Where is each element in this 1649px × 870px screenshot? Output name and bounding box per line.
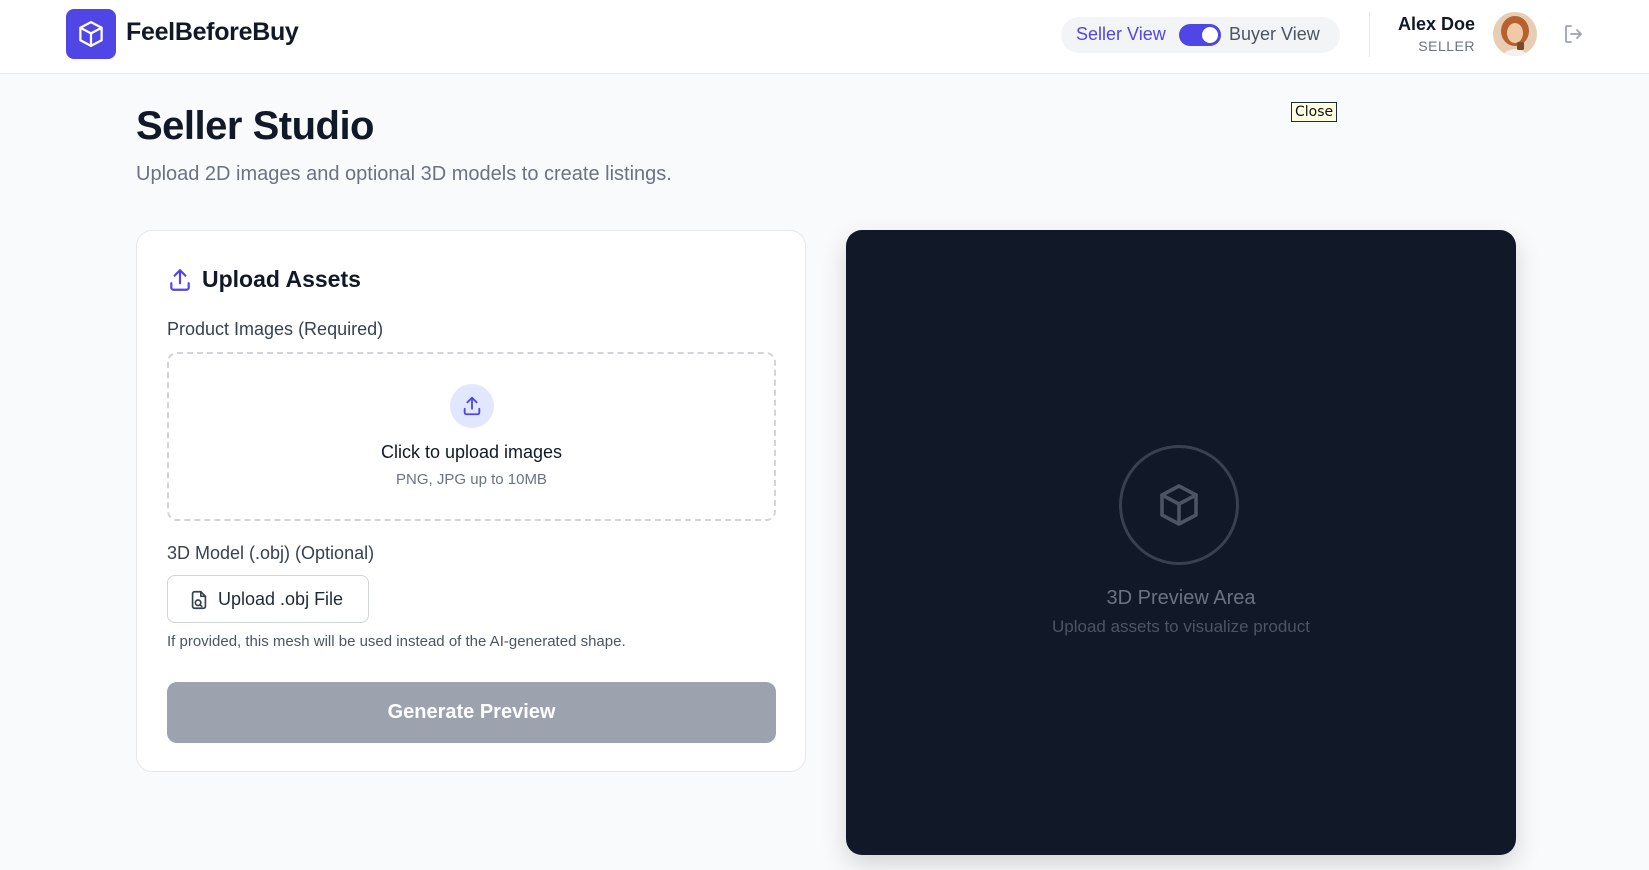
image-upload-dropzone[interactable]: Click to upload images PNG, JPG up to 10… [167,352,776,521]
brand-name[interactable]: FeelBeforeBuy [126,18,299,47]
generate-preview-button[interactable]: Generate Preview [167,682,776,743]
buyer-view-label[interactable]: Buyer View [1229,24,1320,45]
upload-icon [167,267,193,293]
brand-logo[interactable] [66,9,116,59]
preview-title: 3D Preview Area [1106,587,1256,609]
preview-panel: 3D Preview Area Upload assets to visuali… [846,230,1516,855]
upload-assets-card: Upload Assets Product Images (Required) … [136,230,806,772]
dropzone-title: Click to upload images [380,442,563,462]
card-title: Upload Assets [202,266,361,292]
user-role: SELLER [1418,38,1475,54]
upload-obj-button-label: Upload .obj File [218,589,344,609]
preview-placeholder-circle [1119,445,1239,565]
close-tooltip: Close [1291,102,1338,122]
cube-icon [79,21,103,47]
view-switch[interactable] [1179,24,1221,46]
cube-icon [1160,484,1198,526]
file-icon [188,589,210,611]
view-switch-knob [1202,27,1218,43]
header-divider [1369,12,1370,57]
logout-icon[interactable] [1560,20,1588,48]
upload-obj-button[interactable]: Upload .obj File [167,575,369,623]
dropzone-hint: PNG, JPG up to 10MB [396,471,547,488]
avatar-image [1493,12,1537,56]
page-title: Seller Studio [136,104,375,148]
product-images-label: Product Images (Required) [167,319,384,339]
preview-subtitle: Upload assets to visualize product [1052,617,1310,636]
page-subtitle: Upload 2D images and optional 3D models … [136,163,672,185]
user-name: Alex Doe [1397,14,1475,34]
obj-model-label: 3D Model (.obj) (Optional) [167,543,375,563]
top-navigation-bar: FeelBeforeBuy Seller View Buyer View Ale… [0,0,1649,74]
avatar[interactable] [1493,12,1537,56]
upload-icon [450,384,494,428]
obj-help-text: If provided, this mesh will be used inst… [167,633,626,650]
seller-view-label[interactable]: Seller View [1076,24,1166,45]
view-toggle[interactable]: Seller View Buyer View [1061,17,1340,53]
